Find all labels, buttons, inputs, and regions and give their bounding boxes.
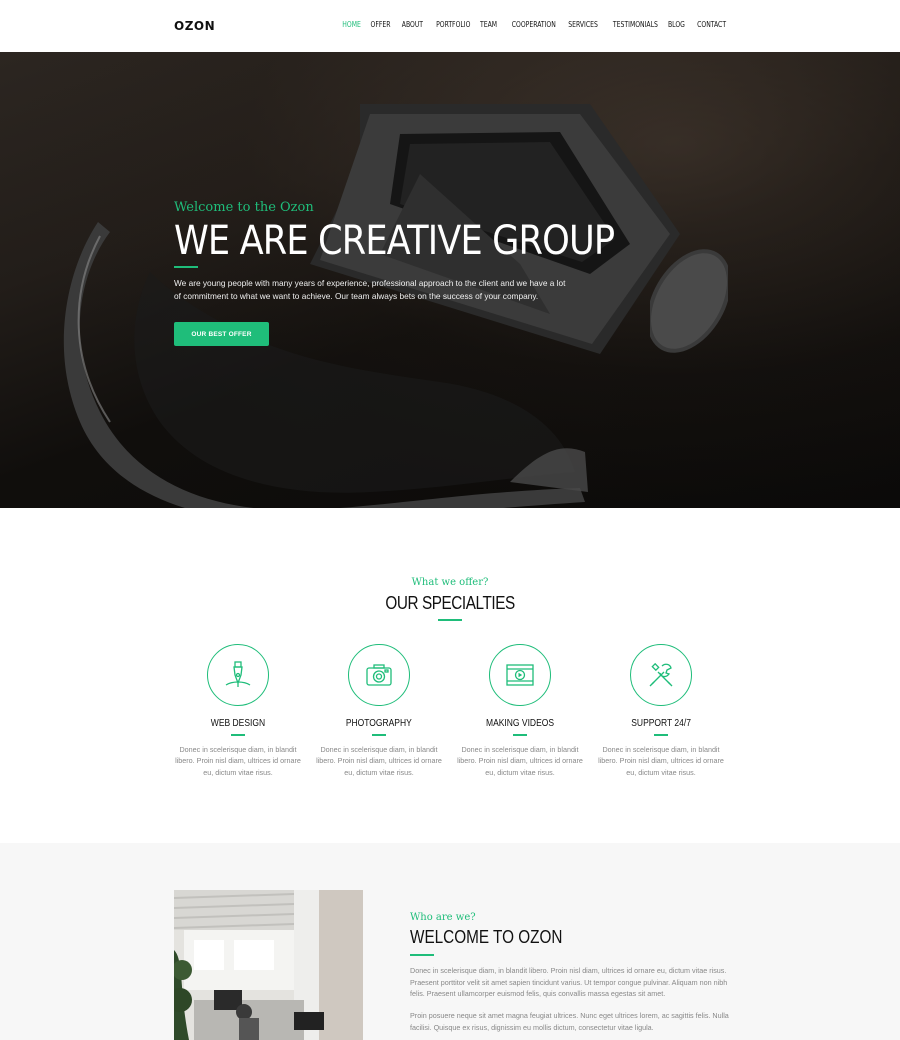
film-icon [489,644,551,706]
hero-subtitle: Welcome to the Ozon [174,200,314,215]
menu-item-portfolio[interactable]: PORTFOLIO [436,20,470,29]
specialty-divider [231,734,245,736]
about-paragraph-1: Donec in scelerisque diam, in blandit li… [410,966,728,999]
menu-item-cooperation[interactable]: COOPERATION [512,20,556,29]
specialty-card-web-design: WEB DESIGN Donec in scelerisque diam, in… [173,644,303,778]
about-title: WELCOME TO OZON [410,927,563,947]
specialty-divider [513,734,527,736]
specialty-text: Donec in scelerisque diam, in blandit li… [316,744,442,777]
about-subtitle: Who are we? [410,912,476,923]
specialty-title: WEB DESIGN [210,718,266,729]
tools-icon [630,644,692,706]
specialties-title: OUR SPECIALTIES [385,593,515,613]
site-logo[interactable]: OZON [174,19,215,33]
specialty-title: PHOTOGRAPHY [346,718,412,729]
main-menu: HOME OFFER ABOUT PORTFOLIO TEAM COOPERAT… [332,20,726,29]
hero-section: Welcome to the Ozon WE ARE CREATIVE GROU… [0,52,900,508]
hero-text: We are young people with many years of e… [174,278,566,301]
specialty-card-making-videos: MAKING VIDEOS Donec in scelerisque diam,… [455,644,585,778]
menu-item-services[interactable]: SERVICES [568,20,598,29]
menu-item-team[interactable]: TEAM [480,20,497,29]
best-offer-button[interactable]: OUR BEST OFFER [174,322,269,346]
specialties-section: What we offer? OUR SPECIALTIES WEB DESIG… [0,508,900,843]
pen-nib-icon [207,644,269,706]
office-photo [174,890,363,1040]
specialty-card-support: SUPPORT 24/7 Donec in scelerisque diam, … [596,644,726,778]
specialties-divider [438,619,462,621]
hero-divider [174,266,198,268]
about-divider [410,954,434,956]
mouse-image [650,249,728,353]
top-navbar: OZON HOME OFFER ABOUT PORTFOLIO TEAM COO… [0,0,900,52]
about-section: Who are we? WELCOME TO OZON Donec in sce… [0,843,900,1040]
menu-item-offer[interactable]: OFFER [371,20,391,29]
specialty-text: Donec in scelerisque diam, in blandit li… [175,744,301,777]
hero-title: WE ARE CREATIVE GROUP [174,218,615,264]
menu-item-about[interactable]: ABOUT [402,20,423,29]
about-paragraph-2: Proin posuere neque sit amet magna feugi… [410,1011,729,1032]
specialty-text: Donec in scelerisque diam, in blandit li… [457,744,583,777]
specialty-title: SUPPORT 24/7 [631,718,691,729]
specialty-text: Donec in scelerisque diam, in blandit li… [598,744,724,777]
camera-icon [348,644,410,706]
menu-item-blog[interactable]: BLOG [668,20,685,29]
menu-item-home[interactable]: HOME [342,20,361,29]
specialty-card-photography: PHOTOGRAPHY Donec in scelerisque diam, i… [314,644,444,778]
specialty-title: MAKING VIDEOS [485,718,554,729]
specialty-divider [654,734,668,736]
specialty-divider [372,734,386,736]
menu-item-testimonials[interactable]: TESTIMONIALS [613,20,658,29]
menu-item-contact[interactable]: CONTACT [697,20,726,29]
specialties-subtitle: What we offer? [411,577,489,588]
